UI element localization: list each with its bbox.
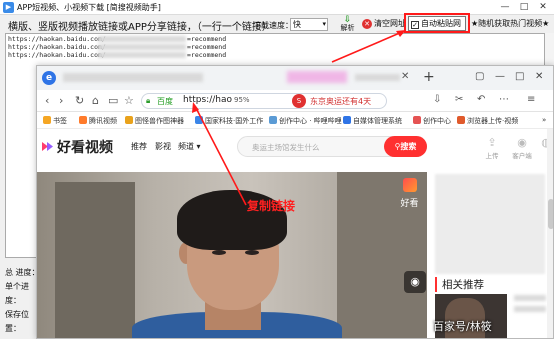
- copy-link-annotation: 复制链接: [247, 199, 296, 213]
- arrow-to-auto-paste: [331, 31, 403, 63]
- annotation-arrows: [192, 30, 406, 206]
- arrow-to-address-bar: [195, 107, 247, 206]
